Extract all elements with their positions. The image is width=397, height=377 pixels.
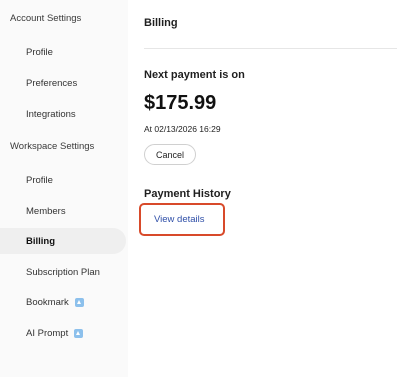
sidebar-item-billing[interactable]: Billing: [0, 228, 126, 254]
sidebar-item-subscription-plan[interactable]: Subscription Plan: [0, 259, 126, 285]
sidebar-item-label: AI Prompt: [26, 327, 69, 339]
payment-amount: $175.99: [144, 92, 217, 114]
sidebar-item-ai-prompt[interactable]: AI Prompt: [0, 320, 126, 346]
view-details-link[interactable]: View details: [154, 214, 205, 225]
settings-sidebar: Account Settings Profile Preferences Int…: [0, 0, 128, 377]
workspace-settings-header: Workspace Settings: [10, 141, 95, 152]
sidebar-item-label: Profile: [26, 174, 53, 186]
sidebar-item-label: Preferences: [26, 77, 78, 89]
page-title: Billing: [144, 17, 178, 29]
sidebar-item-label: Members: [26, 205, 66, 217]
sidebar-item-account-profile[interactable]: Profile: [0, 39, 126, 65]
payment-history-title: Payment History: [144, 188, 231, 200]
sidebar-item-integrations[interactable]: Integrations: [0, 101, 126, 127]
cancel-button[interactable]: Cancel: [144, 144, 196, 165]
sidebar-item-label: Subscription Plan: [26, 266, 100, 278]
sidebar-item-label: Billing: [26, 235, 56, 247]
payment-date: At 02/13/2026 16:29: [144, 124, 221, 134]
sidebar-item-bookmark[interactable]: Bookmark: [0, 289, 126, 315]
sidebar-item-label: Bookmark: [26, 296, 69, 308]
upgrade-icon: [74, 328, 84, 338]
sidebar-item-preferences[interactable]: Preferences: [0, 70, 126, 96]
title-divider: [144, 48, 397, 49]
sidebar-item-label: Profile: [26, 46, 53, 58]
sidebar-item-label: Integrations: [26, 108, 76, 120]
next-payment-label: Next payment is on: [144, 69, 245, 81]
billing-panel: Billing Next payment is on $175.99 At 02…: [139, 0, 397, 377]
sidebar-item-workspace-profile[interactable]: Profile: [0, 167, 126, 193]
upgrade-icon: [74, 297, 84, 307]
sidebar-item-members[interactable]: Members: [0, 198, 126, 224]
account-settings-header: Account Settings: [10, 13, 82, 24]
